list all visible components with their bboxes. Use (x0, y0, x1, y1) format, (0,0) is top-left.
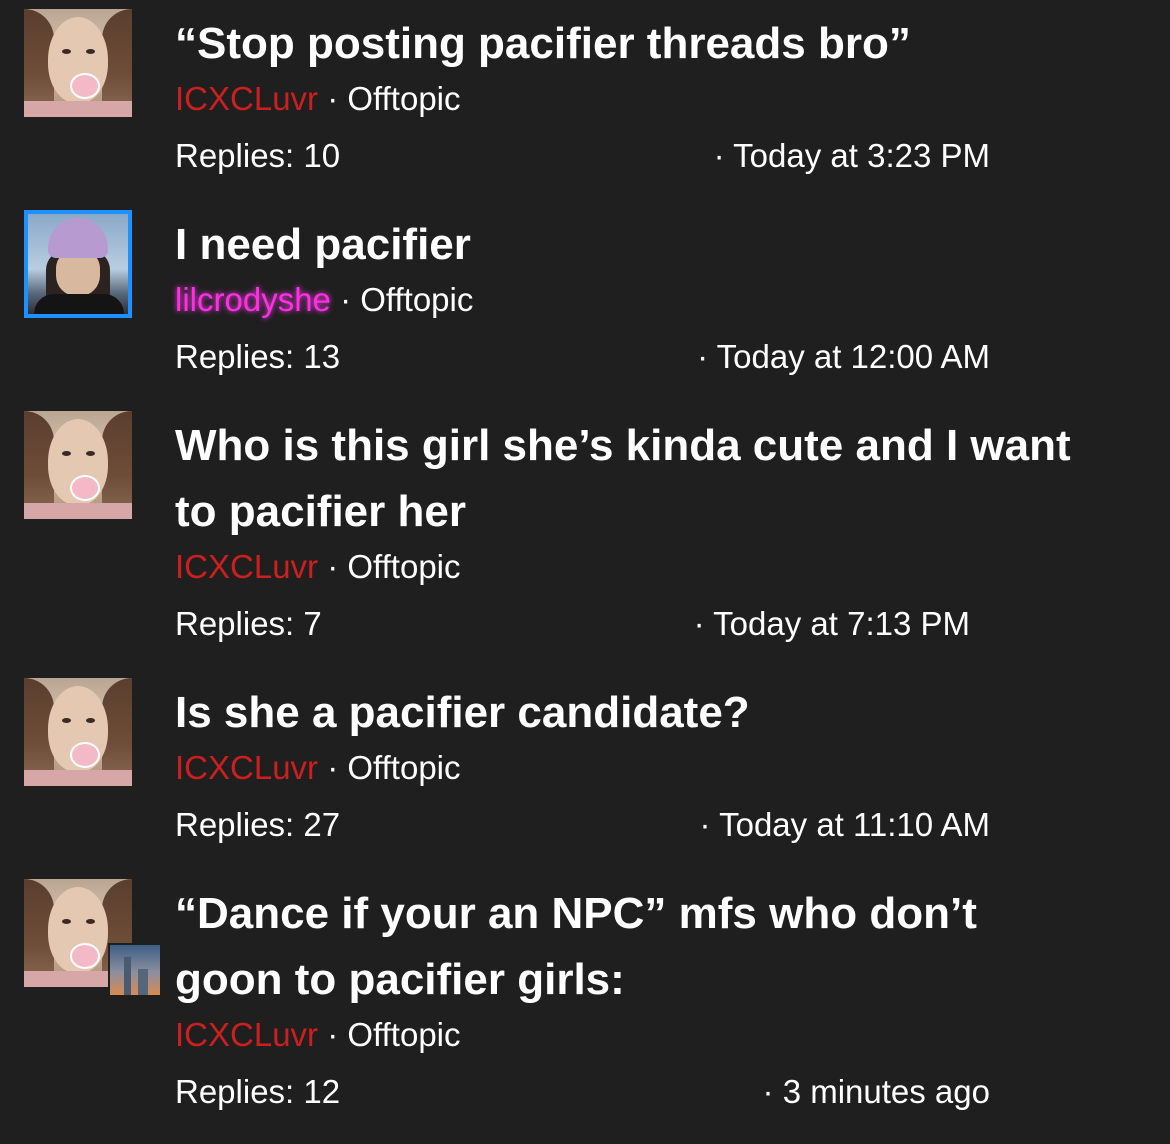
user-avatar[interactable] (24, 210, 132, 318)
meta-separator: · (340, 281, 352, 318)
reply-count: Replies: 7 (175, 605, 322, 642)
user-avatar[interactable] (24, 678, 132, 786)
reply-count: Replies: 10 (175, 137, 341, 174)
thread-forum[interactable]: Offtopic (347, 1016, 460, 1053)
secondary-avatar-badge[interactable] (108, 943, 162, 997)
thread-timestamp: · Today at 7:13 PM (693, 605, 970, 642)
thread-author[interactable]: lilcrodyshe (175, 281, 331, 318)
thread-meta: lilcrodyshe · Offtopic (175, 280, 473, 320)
thread-meta: ICXCLuvr · Offtopic (175, 1015, 461, 1055)
thread-forum[interactable]: Offtopic (347, 749, 460, 786)
thread-author[interactable]: ICXCLuvr (175, 1016, 318, 1053)
thread-title[interactable]: I need pacifier (175, 212, 1075, 278)
thread-title[interactable]: Is she a pacifier candidate? (175, 680, 1075, 746)
reply-count: Replies: 13 (175, 338, 341, 375)
thread-timestamp: · Today at 12:00 AM (697, 338, 990, 375)
thread-author[interactable]: ICXCLuvr (175, 548, 318, 585)
thread-forum[interactable]: Offtopic (347, 548, 460, 585)
user-avatar[interactable] (24, 9, 132, 117)
thread-forum[interactable]: Offtopic (347, 80, 460, 117)
thread-forum[interactable]: Offtopic (360, 281, 473, 318)
thread-author[interactable]: ICXCLuvr (175, 80, 318, 117)
meta-separator: · (327, 1016, 339, 1053)
meta-separator: · (327, 749, 339, 786)
thread-timestamp: · 3 minutes ago (762, 1073, 990, 1110)
reply-count: Replies: 12 (175, 1073, 341, 1110)
thread-author[interactable]: ICXCLuvr (175, 749, 318, 786)
thread-title[interactable]: “Dance if your an NPC” mfs who don’t goo… (175, 881, 1075, 1013)
user-avatar[interactable] (24, 411, 132, 519)
thread-title[interactable]: Who is this girl she’s kinda cute and I … (175, 413, 1075, 545)
thread-timestamp: · Today at 11:10 AM (699, 806, 990, 843)
thread-meta: ICXCLuvr · Offtopic (175, 79, 461, 119)
thread-meta: ICXCLuvr · Offtopic (175, 748, 461, 788)
thread-list: “Stop posting pacifier threads bro” ICXC… (0, 0, 1170, 1144)
thread-meta: ICXCLuvr · Offtopic (175, 547, 461, 587)
meta-separator: · (327, 548, 339, 585)
meta-separator: · (327, 80, 339, 117)
thread-timestamp: · Today at 3:23 PM (713, 137, 990, 174)
thread-title[interactable]: “Stop posting pacifier threads bro” (175, 11, 1075, 77)
reply-count: Replies: 27 (175, 806, 341, 843)
